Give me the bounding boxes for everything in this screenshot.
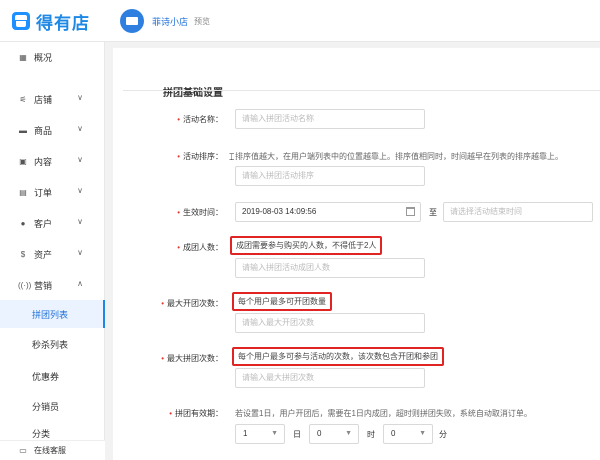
activity-sort-input[interactable]: 请输入拼团活动排序 bbox=[235, 166, 425, 186]
max-open-input[interactable]: 请输入最大开团次数 bbox=[235, 313, 425, 333]
sidebar-item-label: 内容 bbox=[34, 156, 53, 167]
activity-sort-hint: 排序值越大，在用户端列表中的位置越靠上。排序值相同时，时间越早在列表的排序越靠上… bbox=[235, 152, 563, 161]
activity-name-input[interactable]: 请输入拼团活动名称 bbox=[235, 109, 425, 129]
caret-down-icon: ▼ bbox=[345, 430, 352, 437]
section-divider bbox=[123, 90, 600, 91]
sidebar-item-label: 订单 bbox=[34, 187, 53, 198]
validity-minute-unit: 分 bbox=[439, 430, 447, 439]
validity-day-unit: 日 bbox=[293, 430, 301, 439]
sidebar-item-content[interactable]: ▣ 内容 ∨ bbox=[0, 150, 105, 172]
chevron-down-icon: ∨ bbox=[77, 124, 83, 133]
validity-hour-select[interactable]: 0 ▼ bbox=[309, 424, 359, 444]
validity-day-value: 1 bbox=[243, 429, 248, 438]
validity-label: • 拼团有效期： bbox=[169, 409, 223, 418]
user-icon: ● bbox=[20, 218, 26, 228]
caret-down-icon: ▼ bbox=[419, 430, 426, 437]
chat-icon: ▭ bbox=[19, 446, 27, 455]
group-size-hint-highlight: 成团需要参与购买的人数，不得低于2人 bbox=[230, 236, 383, 255]
sidebar-subitem-distributors[interactable]: 分销员 bbox=[0, 392, 105, 420]
document-icon: ▣ bbox=[19, 156, 27, 166]
activity-sort-label: • 活动排序： bbox=[177, 152, 223, 161]
sidebar-subitem-coupons[interactable]: 优惠券 bbox=[0, 362, 105, 390]
calendar-icon bbox=[406, 207, 415, 216]
max-join-label: • 最大拼团次数： bbox=[161, 354, 223, 363]
logo[interactable]: 得有店 bbox=[0, 0, 110, 42]
sidebar-subitem-categories[interactable]: 分类 bbox=[0, 420, 105, 440]
time-range-separator: 至 bbox=[429, 208, 437, 217]
logo-text: 得有店 bbox=[36, 13, 90, 33]
chevron-down-icon: ∨ bbox=[77, 248, 83, 257]
validity-day-select[interactable]: 1 ▼ bbox=[235, 424, 285, 444]
chevron-down-icon: ∨ bbox=[77, 186, 83, 195]
end-time-placeholder: 请选择活动结束时间 bbox=[450, 207, 522, 216]
shop-name[interactable]: 菲诗小店 bbox=[152, 15, 188, 28]
sidebar-item-overview[interactable]: ▦ 概况 bbox=[0, 46, 105, 68]
dollar-icon: $ bbox=[20, 249, 26, 259]
text-cursor-icon: ⌶ bbox=[229, 152, 235, 162]
end-time-picker[interactable]: 请选择活动结束时间 bbox=[443, 202, 593, 222]
main-content: 拼团基础设置 • 活动名称： 请输入拼团活动名称 • 活动排序： 排序值越大，在用户… bbox=[113, 48, 600, 460]
sidebar-item-label: 店铺 bbox=[34, 94, 53, 105]
box-icon: ▬ bbox=[19, 125, 27, 135]
grid-icon: ▦ bbox=[19, 52, 27, 62]
sidebar-item-label: 商品 bbox=[34, 125, 53, 136]
sidebar-subitem-group-buy-list[interactable]: 拼团列表 bbox=[0, 300, 105, 328]
sidebar-item-products[interactable]: ▬ 商品 ∨ bbox=[0, 119, 105, 141]
sidebar-item-label: 资产 bbox=[34, 249, 53, 260]
validity-hour-unit: 时 bbox=[367, 430, 375, 439]
activity-name-label: • 活动名称： bbox=[177, 115, 223, 124]
sidebar-subitem-flash-sale-list[interactable]: 秒杀列表 bbox=[0, 330, 105, 358]
top-header: 得有店 菲诗小店 预览 bbox=[0, 0, 600, 42]
validity-hint: 若设置1日，用户开团后，需要在1日内成团，超时则拼团失败，系统自动取消订单。 bbox=[235, 409, 532, 418]
store-logo-icon bbox=[12, 12, 30, 30]
max-open-label: • 最大开团次数： bbox=[161, 299, 223, 308]
effective-time-label: • 生效时间： bbox=[177, 208, 223, 217]
sidebar-item-label: 概况 bbox=[34, 52, 53, 63]
validity-hour-value: 0 bbox=[317, 429, 322, 438]
sidebar-item-customers[interactable]: ● 客户 ∨ bbox=[0, 212, 105, 234]
start-time-value: 2019-08-03 14:09:56 bbox=[242, 207, 317, 216]
online-service-button[interactable]: ▭ 在线客服 bbox=[0, 440, 105, 460]
validity-minute-select[interactable]: 0 ▼ bbox=[383, 424, 433, 444]
broadcast-icon: ((·)) bbox=[18, 280, 32, 290]
online-service-label: 在线客服 bbox=[34, 446, 66, 455]
sidebar-item-marketing[interactable]: ((·)) 营销 ∧ bbox=[0, 274, 105, 296]
sidebar-item-assets[interactable]: $ 资产 ∨ bbox=[0, 243, 105, 265]
sidebar-item-store[interactable]: ⚟ 店铺 ∨ bbox=[0, 88, 105, 110]
max-join-input[interactable]: 请输入最大拼团次数 bbox=[235, 368, 425, 388]
shop-avatar-icon bbox=[120, 9, 144, 33]
list-icon: ▤ bbox=[19, 187, 27, 197]
chevron-down-icon: ∨ bbox=[77, 217, 83, 226]
shop-switcher[interactable]: 菲诗小店 预览 bbox=[120, 9, 210, 33]
max-join-hint-highlight: 每个用户最多可参与活动的次数，该次数包含开团和参团 bbox=[232, 347, 444, 366]
chevron-up-icon: ∧ bbox=[77, 279, 83, 288]
chevron-down-icon: ∨ bbox=[77, 155, 83, 164]
group-size-label: • 成团人数： bbox=[177, 243, 223, 252]
sidebar-item-label: 客户 bbox=[34, 218, 53, 229]
sidebar-item-orders[interactable]: ▤ 订单 ∨ bbox=[0, 181, 105, 203]
max-open-hint-highlight: 每个用户最多可开团数量 bbox=[232, 292, 332, 311]
preview-link[interactable]: 预览 bbox=[194, 16, 210, 27]
group-size-input[interactable]: 请输入拼团活动成团人数 bbox=[235, 258, 425, 278]
start-time-picker[interactable]: 2019-08-03 14:09:56 bbox=[235, 202, 421, 222]
validity-minute-value: 0 bbox=[391, 429, 396, 438]
sidebar-item-label: 营销 bbox=[34, 280, 53, 291]
sidebar: ▦ 概况 ⚟ 店铺 ∨ ▬ 商品 ∨ ▣ 内容 ∨ ▤ 订单 ∨ ● 客户 ∨ … bbox=[0, 42, 105, 460]
chevron-down-icon: ∨ bbox=[77, 93, 83, 102]
caret-down-icon: ▼ bbox=[271, 430, 278, 437]
section-title: 拼团基础设置 bbox=[163, 88, 223, 99]
sliders-icon: ⚟ bbox=[19, 94, 27, 104]
